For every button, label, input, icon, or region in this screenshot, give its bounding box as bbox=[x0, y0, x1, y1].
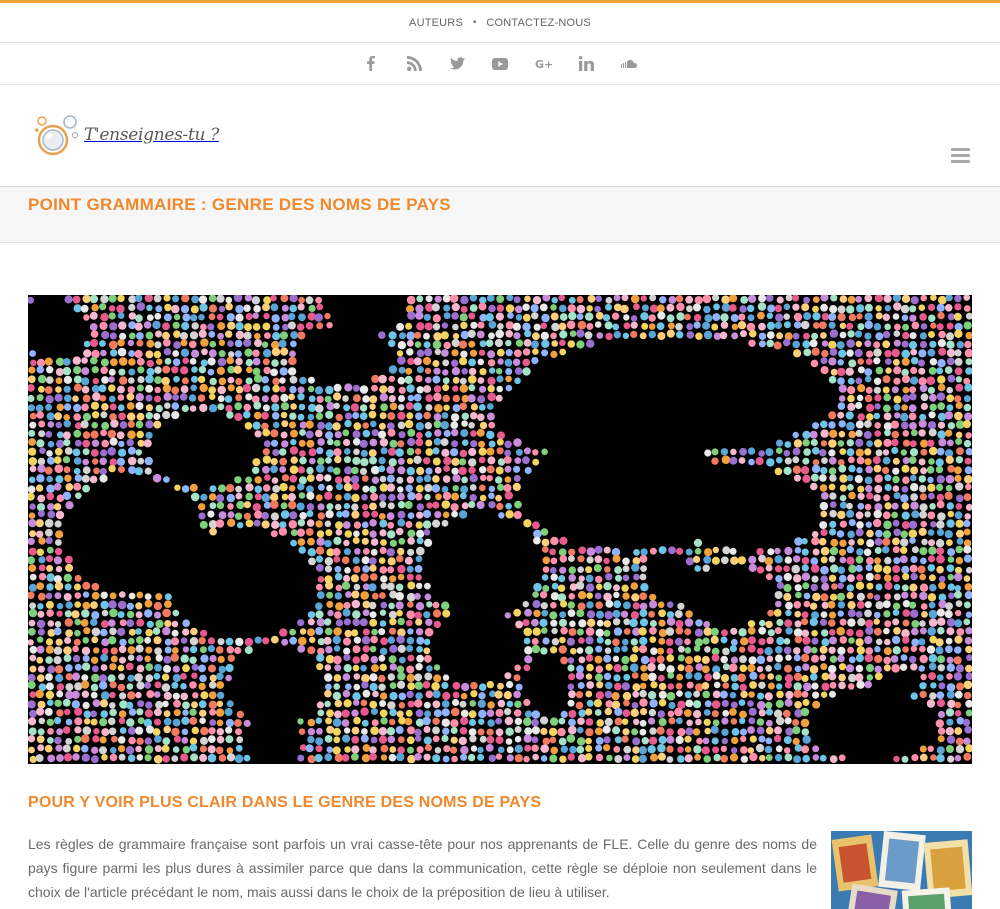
facebook-icon[interactable] bbox=[350, 49, 393, 79]
youtube-icon[interactable] bbox=[479, 49, 522, 79]
nav-separator: • bbox=[472, 17, 478, 28]
page-title: POINT GRAMMAIRE : GENRE DES NOMS DE PAYS bbox=[28, 195, 451, 214]
page-title-bar: POINT GRAMMAIRE : GENRE DES NOMS DE PAYS bbox=[0, 187, 1000, 243]
svg-text:G+: G+ bbox=[535, 58, 552, 69]
nav-link-contactez-nous[interactable]: CONTACTEZ-NOUS bbox=[486, 17, 591, 29]
bubbles-logo-icon bbox=[35, 115, 79, 156]
rss-icon[interactable] bbox=[393, 49, 436, 79]
soundcloud-icon[interactable] bbox=[608, 49, 651, 79]
article-paragraph: Les règles de grammaire française sont p… bbox=[28, 836, 817, 900]
google-plus-icon[interactable]: G+ bbox=[522, 49, 565, 79]
social-links-bar: G+ bbox=[0, 43, 1000, 85]
top-navigation: AUTEURS • CONTACTEZ-NOUS bbox=[0, 3, 1000, 43]
site-header: T'enseignes-tu ? bbox=[0, 85, 1000, 187]
site-logo[interactable]: T'enseignes-tu ? bbox=[34, 113, 224, 157]
nav-link-auteurs[interactable]: AUTEURS bbox=[409, 17, 463, 29]
world-map-mosaic bbox=[28, 295, 972, 764]
logo-text: T'enseignes-tu ? bbox=[84, 125, 220, 145]
hamburger-menu-icon[interactable] bbox=[951, 148, 970, 163]
twitter-icon[interactable] bbox=[436, 49, 479, 79]
linkedin-icon[interactable] bbox=[565, 49, 608, 79]
article-thumbnail-image bbox=[831, 831, 972, 909]
section-title: POUR Y VOIR PLUS CLAIR DANS LE GENRE DES… bbox=[28, 794, 542, 811]
hero-world-map-image bbox=[28, 295, 972, 764]
